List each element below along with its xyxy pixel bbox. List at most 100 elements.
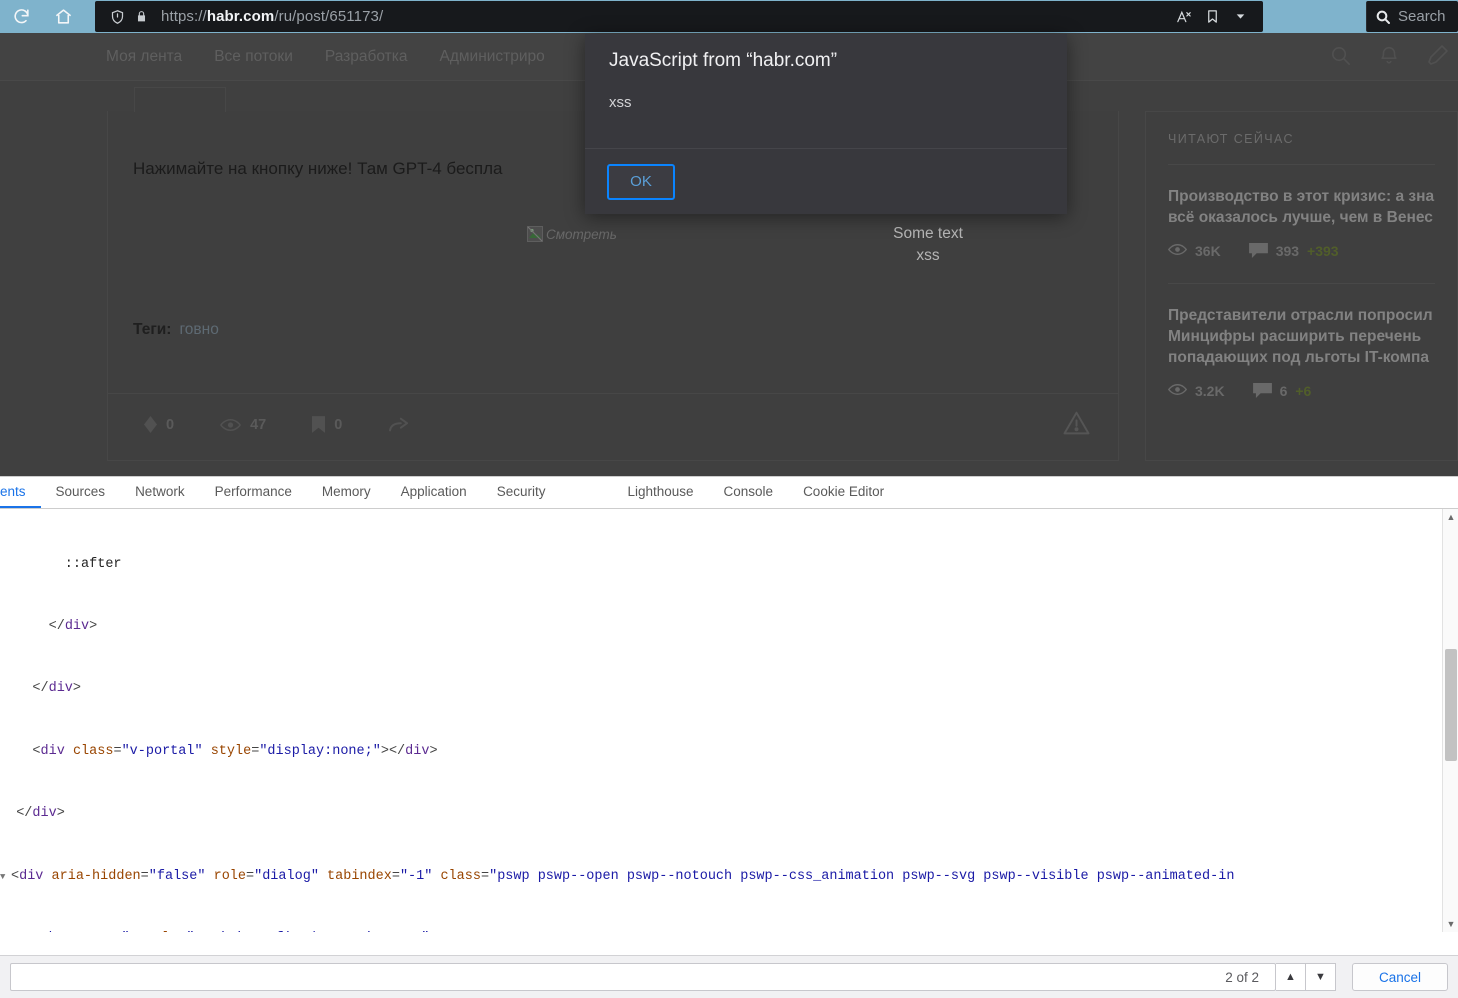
sidebar-article-item[interactable]: Производство в этот кризис: а зна всё ок…	[1167, 165, 1435, 261]
tag-item[interactable]: говно	[179, 321, 218, 338]
sidebar-views-value: 36K	[1195, 243, 1221, 260]
eye-icon	[1167, 243, 1188, 259]
browser-search-box[interactable]: Search	[1366, 1, 1458, 32]
broken-image-alt-text: Смотреть	[546, 226, 617, 242]
dom-line[interactable]: <div class="v-portal" style="display:non…	[0, 742, 1458, 763]
find-match-count: 2 of 2	[1225, 969, 1259, 985]
tab-lighthouse[interactable]: Lighthouse	[612, 477, 708, 508]
stat-rating[interactable]: 0	[144, 416, 174, 433]
dialog-title: JavaScript from “habr.com”	[609, 50, 838, 71]
tab-elements[interactable]: ents	[0, 477, 41, 508]
find-cancel-button[interactable]: Cancel	[1352, 963, 1448, 991]
article-media: Смотреть Some text xss	[108, 211, 1120, 331]
ok-button[interactable]: OK	[607, 163, 675, 200]
sidebar-comments-value: 393	[1275, 243, 1300, 260]
broken-image[interactable]: Смотреть	[527, 226, 617, 242]
sidebar-comments-value: 6	[1279, 383, 1288, 400]
find-next-button[interactable]: ▼	[1306, 963, 1336, 991]
stat-views[interactable]: 47	[220, 417, 266, 433]
home-icon[interactable]	[42, 0, 84, 33]
dom-tree-scrollbar[interactable]: ▲ ▼	[1442, 509, 1458, 932]
dom-line[interactable]: ::after	[0, 555, 1458, 576]
scrollbar-thumb[interactable]	[1445, 649, 1457, 761]
stat-bookmarks-value: 0	[334, 416, 343, 433]
dom-line[interactable]: </div>	[0, 617, 1458, 638]
sidebar-comments-delta: +6	[1295, 383, 1312, 400]
tab-performance[interactable]: Performance	[200, 477, 307, 508]
sidebar-comments[interactable]: 393 +393	[1248, 242, 1339, 261]
dom-line[interactable]: </div>	[0, 804, 1458, 825]
comment-icon	[1248, 242, 1268, 261]
sidebar-article-meta: 3.2K 6 +6	[1167, 382, 1435, 401]
site-header-actions	[1329, 43, 1450, 67]
bell-icon[interactable]	[1378, 44, 1400, 66]
stat-bookmarks[interactable]: 0	[312, 416, 342, 433]
comment-icon	[1252, 382, 1272, 401]
shield-icon[interactable]	[105, 9, 129, 25]
chevron-down-icon: ▼	[1315, 971, 1326, 983]
find-prev-button[interactable]: ▲	[1276, 963, 1306, 991]
tab-application[interactable]: Application	[386, 477, 482, 508]
injected-xss-text: Some text xss	[818, 223, 1038, 268]
search-icon[interactable]	[1375, 9, 1391, 25]
eye-icon	[220, 418, 242, 432]
eye-icon	[1167, 383, 1188, 399]
url-scheme: https://	[161, 8, 207, 25]
nav-item-all-streams[interactable]: Все потоки	[214, 48, 293, 66]
article-stats-bar: 0 47 0	[108, 393, 1118, 455]
lock-icon[interactable]	[129, 9, 153, 24]
nav-item-administration[interactable]: Администриро	[440, 48, 545, 66]
browser-search-placeholder: Search	[1398, 8, 1446, 25]
bookmark-icon[interactable]	[1199, 4, 1225, 30]
reload-icon[interactable]	[0, 0, 42, 33]
find-input[interactable]: 2 of 2	[10, 963, 1276, 991]
injected-text-line-2[interactable]: xss	[818, 245, 1038, 267]
chevron-up-icon: ▲	[1285, 971, 1296, 983]
javascript-alert-dialog: JavaScript from “habr.com” xss OK	[585, 34, 1067, 214]
tags-label: Теги:	[133, 321, 172, 338]
dialog-message: xss	[609, 94, 632, 111]
scroll-down-arrow[interactable]: ▼	[1443, 916, 1458, 932]
sidebar-article-meta: 36K 393 +393	[1167, 242, 1435, 261]
sidebar-article-item[interactable]: Представители отрасли попросил Минцифры …	[1167, 284, 1435, 401]
stat-share[interactable]	[388, 416, 410, 434]
sidebar-reading-now: ЧИТАЮТ СЕЙЧАС Производство в этот кризис…	[1145, 111, 1458, 461]
tab-network[interactable]: Network	[120, 477, 200, 508]
warning-icon[interactable]	[1063, 410, 1090, 439]
tab-memory[interactable]: Memory	[307, 477, 386, 508]
rating-icon	[144, 416, 157, 433]
sidebar-article-title[interactable]: Производство в этот кризис: а зна всё ок…	[1168, 187, 1435, 229]
url-text: https://habr.com/ru/post/651173/	[161, 8, 383, 25]
bookmark-icon	[312, 416, 326, 433]
stat-views-value: 47	[250, 416, 267, 433]
tab-security[interactable]: Security	[482, 477, 561, 508]
nav-item-my-feed[interactable]: Моя лента	[106, 48, 182, 66]
tab-cookie-editor[interactable]: Cookie Editor	[788, 477, 899, 508]
scroll-up-arrow[interactable]: ▲	[1443, 509, 1458, 525]
dom-line[interactable]: pswp--has_mouse" style="position: fixed;…	[0, 929, 1458, 932]
article-tab-stub	[134, 87, 226, 112]
devtools-tab-bar: ents Sources Network Performance Memory …	[0, 477, 1458, 509]
sidebar-comments[interactable]: 6 +6	[1252, 382, 1312, 401]
sidebar-views: 3.2K	[1167, 383, 1225, 400]
stat-rating-value: 0	[166, 416, 175, 433]
find-bar: 2 of 2 ▲ ▼ Cancel	[0, 955, 1458, 998]
nav-item-development[interactable]: Разработка	[325, 48, 408, 66]
dom-tree[interactable]: ::after </div> </div> <div class="v-port…	[0, 509, 1458, 932]
sidebar-title: ЧИТАЮТ СЕЙЧАС	[1168, 132, 1294, 146]
search-icon[interactable]	[1329, 44, 1352, 67]
url-host: habr.com	[206, 8, 275, 25]
sidebar-views-value: 3.2K	[1195, 383, 1225, 400]
tab-console[interactable]: Console	[709, 477, 789, 508]
sidebar-article-title[interactable]: Представители отрасли попросил Минцифры …	[1168, 306, 1435, 369]
translate-icon[interactable]	[1171, 4, 1197, 30]
share-icon	[388, 416, 410, 434]
dom-line[interactable]: </div>	[0, 679, 1458, 700]
site-nav: Моя лента Все потоки Разработка Админист…	[106, 48, 545, 66]
url-bar[interactable]: https://habr.com/ru/post/651173/	[95, 1, 1263, 32]
pencil-icon[interactable]	[1426, 43, 1450, 67]
tab-sources[interactable]: Sources	[41, 477, 121, 508]
injected-text-line-1: Some text	[893, 225, 963, 242]
dom-line[interactable]: ▼ <div aria-hidden="false" role="dialog" …	[0, 867, 1458, 888]
chevron-down-icon[interactable]	[1227, 4, 1253, 30]
